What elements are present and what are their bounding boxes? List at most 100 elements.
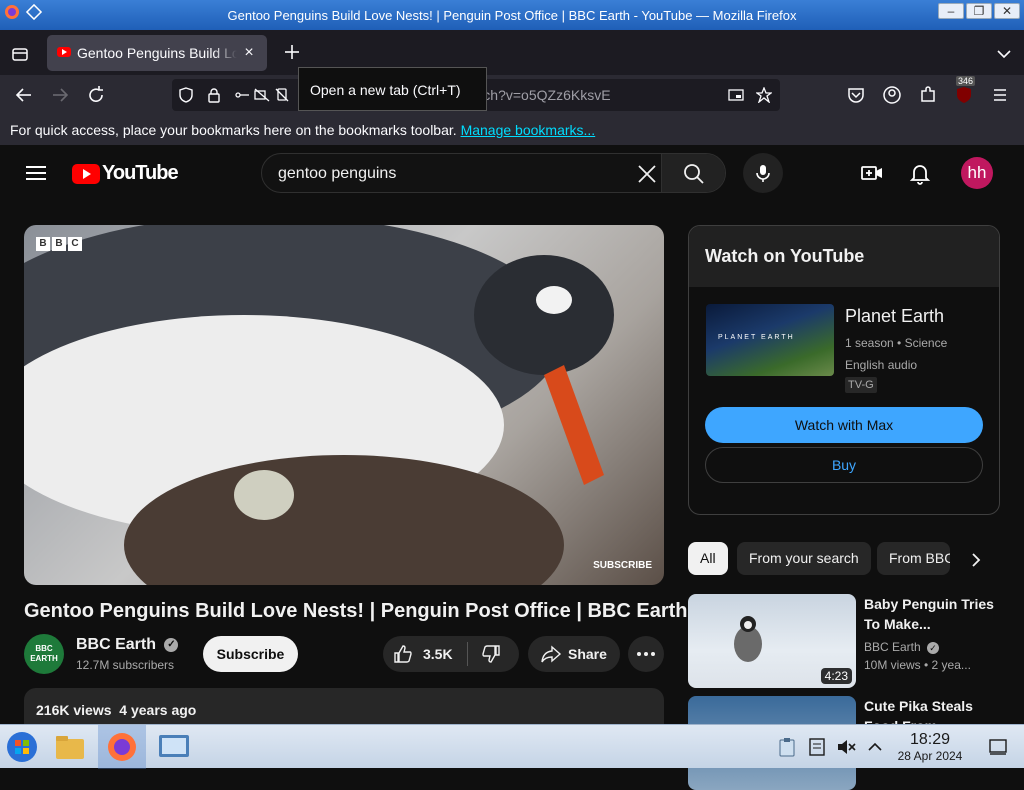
- ublock-extension-icon[interactable]: 346: [950, 76, 978, 109]
- mic-blocked-icon[interactable]: [274, 87, 290, 103]
- subscribe-overlay[interactable]: SUBSCRIBE: [593, 560, 652, 571]
- window-title: Gentoo Penguins Build Love Nests! | Peng…: [227, 8, 797, 23]
- search-icon: [683, 163, 705, 185]
- buy-button[interactable]: Buy: [705, 447, 983, 483]
- related-channel-name[interactable]: BBC Earth: [864, 640, 921, 654]
- lock-icon[interactable]: [206, 87, 222, 103]
- show-title[interactable]: Planet Earth: [845, 306, 944, 327]
- related-thumbnail[interactable]: 4:23: [688, 594, 856, 688]
- new-tab-plus-icon[interactable]: [282, 42, 302, 62]
- tab-youtube[interactable]: Gentoo Penguins Build Love Nests! | Peng…: [47, 35, 267, 71]
- planet-earth-thumbnail[interactable]: PLANET EARTH: [706, 304, 834, 376]
- youtube-favicon-icon: [57, 47, 71, 57]
- tab-bar: Gentoo Penguins Build Love Nests! | Peng…: [0, 30, 1024, 75]
- verified-check-icon: ✓: [164, 637, 179, 652]
- search-button[interactable]: [661, 154, 725, 192]
- hamburger-menu-icon[interactable]: [986, 81, 1014, 109]
- pocket-icon[interactable]: [842, 81, 870, 109]
- firefox-view-icon[interactable]: [10, 44, 30, 64]
- clock-time[interactable]: 18:29: [895, 731, 965, 749]
- subscribe-button[interactable]: Subscribe: [203, 636, 298, 672]
- bookmarks-toolbar: For quick access, place your bookmarks h…: [0, 115, 1024, 145]
- related-title[interactable]: Baby Penguin Tries To Make...: [864, 594, 1004, 634]
- search-input[interactable]: gentoo penguins: [278, 165, 396, 183]
- window-minimize-button[interactable]: –: [938, 3, 964, 19]
- share-arrow-icon: [540, 644, 562, 664]
- bbc-letter: B: [52, 237, 66, 251]
- subscriber-count: 12.7M subscribers: [76, 658, 175, 672]
- bbc-letter: B: [36, 237, 50, 251]
- share-button[interactable]: Share: [528, 636, 620, 672]
- chip-from-channel[interactable]: From BBC Earth: [877, 542, 950, 575]
- shield-icon[interactable]: [178, 87, 194, 103]
- related-meta: 10M views • 2 yea...: [864, 658, 971, 672]
- voice-search-button[interactable]: [743, 153, 783, 193]
- chip-all[interactable]: All: [688, 542, 728, 575]
- clipboard-icon[interactable]: [778, 737, 796, 757]
- tray-expand-chevron-up-icon[interactable]: [866, 737, 884, 757]
- notes-icon[interactable]: [808, 737, 826, 757]
- extensions-puzzle-icon[interactable]: [914, 81, 942, 109]
- show-desktop-icon[interactable]: [988, 737, 1008, 757]
- chips-next-chevron-icon[interactable]: [966, 550, 986, 570]
- window-titlebar: Gentoo Penguins Build Love Nests! | Peng…: [0, 0, 1024, 30]
- new-tab-tooltip: Open a new tab (Ctrl+T): [298, 67, 487, 111]
- clear-search-icon[interactable]: [636, 163, 658, 185]
- video-player[interactable]: B B C SUBSCRIBE: [24, 225, 664, 585]
- back-arrow-icon[interactable]: [10, 81, 38, 109]
- system-settings-icon[interactable]: [156, 729, 192, 765]
- manage-bookmarks-link[interactable]: Manage bookmarks...: [461, 122, 596, 138]
- volume-muted-icon[interactable]: [836, 737, 856, 757]
- thumbnail-text: PLANET EARTH: [718, 334, 795, 341]
- like-thumb-icon[interactable]: [393, 644, 413, 664]
- search-box[interactable]: gentoo penguins: [261, 153, 726, 193]
- guide-menu-icon[interactable]: [24, 161, 48, 185]
- list-tabs-chevron-down-icon[interactable]: [994, 44, 1014, 64]
- show-meta: 1 season • Science: [845, 336, 948, 350]
- tab-close-icon[interactable]: ×: [239, 43, 259, 63]
- more-dots-icon: [636, 652, 656, 656]
- account-icon[interactable]: [878, 81, 906, 109]
- channel-name-text[interactable]: BBC Earth: [76, 636, 156, 653]
- clock-date[interactable]: 28 Apr 2024: [895, 749, 965, 763]
- start-menu-icon[interactable]: [4, 729, 40, 765]
- show-audio: English audio: [845, 358, 918, 372]
- tab-title: Gentoo Penguins Build Love Nests! | Peng…: [77, 45, 237, 61]
- panel-heading: Watch on YouTube: [689, 226, 999, 287]
- video-duration: 4:23: [820, 668, 852, 684]
- picture-in-picture-icon[interactable]: [728, 87, 744, 103]
- forward-arrow-icon[interactable]: [46, 81, 74, 109]
- microphone-icon: [753, 163, 773, 183]
- file-manager-icon[interactable]: [52, 729, 88, 765]
- taskbar-firefox-active[interactable]: [98, 725, 146, 769]
- share-label: Share: [568, 646, 607, 662]
- window-close-button[interactable]: ✕: [994, 3, 1020, 19]
- view-count: 216K views: [36, 702, 112, 718]
- more-actions-button[interactable]: [628, 636, 664, 672]
- channel-name[interactable]: BBC Earth ✓: [76, 636, 179, 654]
- youtube-header: YouTube gentoo penguins hh: [0, 145, 1024, 201]
- youtube-logo-text: YouTube: [102, 162, 179, 184]
- chip-from-your-search[interactable]: From your search: [737, 542, 871, 575]
- dislike-thumb-icon[interactable]: [481, 644, 501, 664]
- watch-on-youtube-panel: Watch on YouTube PLANET EARTH Planet Ear…: [688, 225, 1000, 515]
- bookmark-star-icon[interactable]: [756, 87, 772, 103]
- camera-blocked-icon[interactable]: [254, 87, 270, 103]
- notifications-bell-icon[interactable]: [908, 161, 932, 185]
- os-taskbar: 18:29 28 Apr 2024: [0, 724, 1024, 769]
- youtube-play-logo-icon: [72, 164, 100, 184]
- permissions-icon[interactable]: [234, 87, 250, 103]
- navigation-toolbar: https://www.youtube.com/watch?v=o5QZz6Kk…: [0, 75, 1024, 115]
- like-count[interactable]: 3.5K: [423, 646, 453, 662]
- user-avatar[interactable]: hh: [961, 157, 993, 189]
- create-video-icon[interactable]: [860, 161, 884, 185]
- related-channel[interactable]: BBC Earth ✓: [864, 640, 940, 654]
- related-title[interactable]: Cute Pika Steals Food From...: [864, 696, 1004, 724]
- channel-avatar[interactable]: BBC EARTH: [24, 634, 64, 674]
- window-maximize-button[interactable]: ❐: [966, 3, 992, 19]
- upload-age: 4 years ago: [119, 702, 197, 718]
- penguin-video-frame: [24, 225, 614, 585]
- reload-icon[interactable]: [82, 81, 110, 109]
- watch-with-max-button[interactable]: Watch with Max: [705, 407, 983, 443]
- description-box[interactable]: 216K views 4 years ago: [24, 688, 664, 728]
